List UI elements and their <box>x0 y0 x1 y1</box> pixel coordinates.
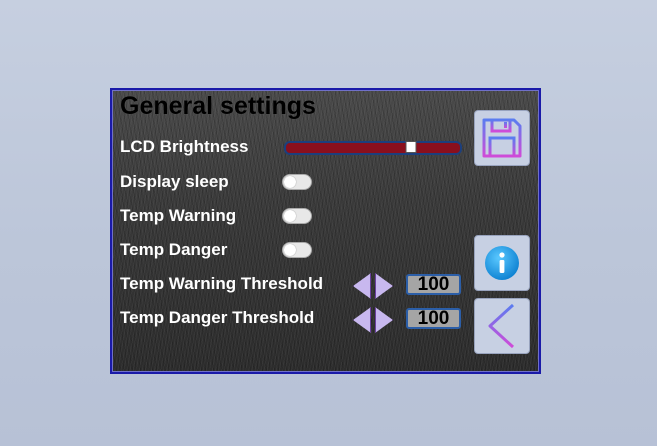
info-button[interactable] <box>474 235 530 291</box>
display-sleep-toggle[interactable] <box>282 174 312 190</box>
temp-danger-label: Temp Danger <box>120 240 228 259</box>
toggle-knob <box>284 176 296 188</box>
temp-warning-label: Temp Warning <box>120 206 237 225</box>
temp-warning-increment-arrow-icon[interactable] <box>375 273 393 299</box>
temp-warning-threshold-value: 100 <box>406 274 461 295</box>
temp-warning-threshold-label: Temp Warning Threshold <box>120 274 324 293</box>
chevron-left-icon <box>488 303 515 349</box>
temp-danger-threshold-value: 100 <box>406 308 461 329</box>
display-sleep-label: Display sleep <box>120 172 229 191</box>
lcd-brightness-slider-knob[interactable] <box>405 141 417 153</box>
floppy-disk-icon <box>482 118 522 158</box>
temp-warning-decrement-arrow-icon[interactable] <box>353 273 371 299</box>
general-settings-panel: General settings LCD Brightness Display … <box>110 88 541 374</box>
temp-danger-toggle[interactable] <box>282 242 312 258</box>
lcd-brightness-label: LCD Brightness <box>120 137 249 156</box>
back-button[interactable] <box>474 298 530 354</box>
temp-danger-increment-arrow-icon[interactable] <box>375 307 393 333</box>
temp-danger-threshold-label: Temp Danger Threshold <box>120 308 315 327</box>
temp-warning-toggle[interactable] <box>282 208 312 224</box>
save-button[interactable] <box>474 110 530 166</box>
page-title: General settings <box>120 92 316 120</box>
toggle-knob <box>284 210 296 222</box>
lcd-brightness-slider[interactable] <box>284 141 462 155</box>
toggle-knob <box>284 244 296 256</box>
info-icon <box>485 246 519 280</box>
temp-danger-decrement-arrow-icon[interactable] <box>353 307 371 333</box>
